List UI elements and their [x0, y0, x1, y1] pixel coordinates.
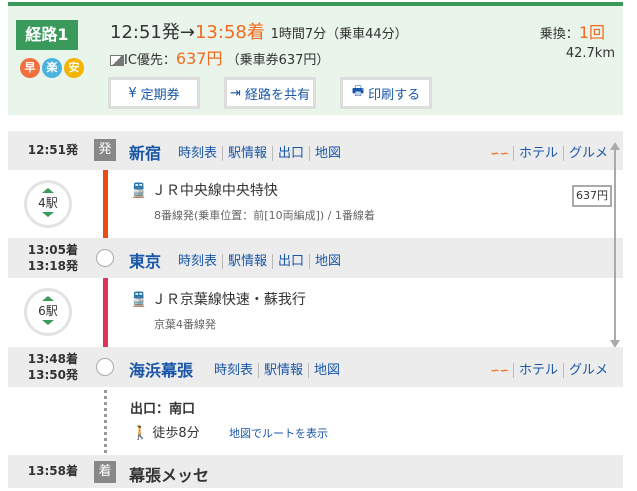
station-name[interactable]: 新宿 — [129, 140, 161, 164]
stop-count[interactable]: 4駅 — [24, 180, 72, 228]
gourmet-link[interactable]: グルメ — [562, 363, 613, 378]
stop-count[interactable]: 6駅 — [24, 288, 72, 336]
station-info-link[interactable]: 駅情報 — [222, 146, 273, 161]
fast-badge: 早 — [20, 58, 40, 78]
departure-time: 12:51発 — [27, 143, 78, 157]
transfer-node — [96, 358, 114, 376]
train-icon: 🚆 — [130, 183, 148, 199]
timetable-link[interactable]: 時刻表 — [178, 254, 222, 269]
yen-icon: ¥ — [128, 85, 137, 101]
print-button[interactable]: 🖶 印刷する — [340, 77, 432, 109]
share-icon: ⇥ — [230, 85, 241, 101]
platform-detail: 京葉4番線発 — [154, 318, 216, 331]
map-link[interactable]: 地図 — [308, 363, 346, 378]
transfer-count: 乗換：1回 — [539, 23, 605, 42]
fare-summary: IC優先：637円 （乗車券637円） — [110, 45, 329, 69]
timetable-link[interactable]: 時刻表 — [214, 363, 258, 378]
walking-icon: 🚶 — [132, 426, 149, 441]
cheap-badge: 安 — [64, 58, 84, 78]
arrive-depart-time: 13:48着 13:50発 — [27, 352, 78, 382]
hotel-link[interactable]: ホテル — [512, 363, 563, 378]
ic-card-icon — [110, 55, 124, 66]
segment-fare: 637円 — [572, 185, 612, 207]
map-link[interactable]: 地図 — [309, 254, 347, 269]
walk-info: 🚶 徒歩8分 — [132, 426, 200, 441]
printer-icon: 🖶 — [351, 84, 365, 99]
arrive-depart-time: 13:05着 13:18発 — [27, 243, 78, 273]
station-links: 時刻表 駅情報 出口 地図 — [178, 250, 347, 269]
station-links: 時刻表 駅情報 地図 — [214, 359, 346, 378]
exit-link[interactable]: 出口 — [272, 146, 310, 161]
platform-detail: 8番線発(乗車位置：前[10両編成]) / 1番線着 — [154, 209, 375, 222]
arrow-up-icon — [610, 142, 620, 150]
easy-badge: 楽 — [42, 58, 62, 78]
station-row-destination: 13:58着 着 幕張メッセ — [8, 455, 623, 488]
station-info-link[interactable]: 駅情報 — [222, 254, 273, 269]
station-name: 幕張メッセ — [129, 466, 210, 485]
arrival-time: 13:58着 — [27, 464, 78, 478]
jalan-logo: ∽∽ — [490, 364, 509, 377]
route-summary: 経路1 早 楽 安 12:51発→13:58着 1時間7分（乗車44分） IC優… — [8, 2, 623, 115]
station-extra-links: ∽∽ ホテル グルメ — [490, 142, 613, 161]
fare-range-line — [614, 150, 616, 343]
arrive-tag: 着 — [94, 461, 116, 483]
share-route-button[interactable]: ⇥ 経路を共有 — [224, 77, 316, 109]
exit-info: 出口：南口 — [130, 402, 196, 417]
station-row-shinjuku: 12:51発 発 新宿 時刻表 駅情報 出口 地図 ∽∽ ホテル グルメ — [8, 131, 623, 170]
distance: 42.7km — [565, 46, 615, 61]
commuter-pass-button[interactable]: ¥ 定期券 — [108, 77, 200, 109]
timetable-link[interactable]: 時刻表 — [178, 146, 222, 161]
train-line: 🚆 ＪＲ京葉線快速・蘇我行 — [130, 292, 306, 308]
exit-link[interactable]: 出口 — [272, 254, 310, 269]
jalan-logo: ∽∽ — [490, 147, 509, 160]
gourmet-link[interactable]: グルメ — [562, 146, 613, 161]
map-link[interactable]: 地図 — [309, 146, 347, 161]
station-row-kaihin-makuhari: 13:48着 13:50発 海浜幕張 時刻表 駅情報 地図 ∽∽ ホテル グルメ — [8, 347, 623, 387]
route-map-link[interactable]: 地図でルートを表示 — [229, 425, 328, 441]
station-extra-links: ∽∽ ホテル グルメ — [490, 359, 613, 378]
station-name[interactable]: 東京 — [129, 248, 161, 272]
hotel-link[interactable]: ホテル — [512, 146, 563, 161]
depart-tag: 発 — [94, 139, 116, 161]
time-summary: 12:51発→13:58着 1時間7分（乗車44分） — [110, 22, 408, 43]
station-name[interactable]: 海浜幕張 — [129, 357, 193, 381]
route-label: 経路1 — [16, 20, 78, 50]
station-links: 時刻表 駅情報 出口 地図 — [178, 142, 347, 161]
train-icon: 🚆 — [130, 292, 148, 308]
station-info-link[interactable]: 駅情報 — [258, 363, 309, 378]
train-line: 🚆 ＪＲ中央線中央特快 — [130, 183, 278, 199]
station-row-tokyo: 13:05着 13:18発 東京 時刻表 駅情報 出口 地図 — [8, 238, 623, 278]
transfer-node — [96, 249, 114, 267]
